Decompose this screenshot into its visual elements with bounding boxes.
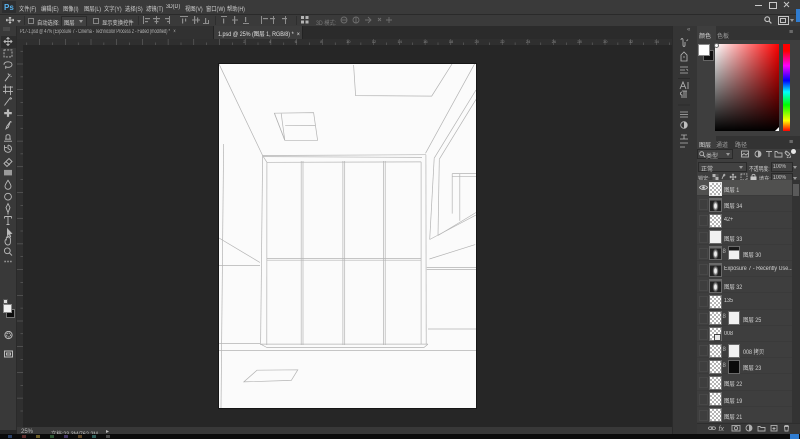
svg-text:18: 18	[449, 39, 454, 44]
svg-text:fx: fx	[719, 426, 725, 432]
svg-text:20: 20	[475, 39, 480, 44]
svg-text:2: 2	[243, 39, 246, 44]
svg-text:28: 28	[577, 39, 582, 44]
svg-text:24: 24	[526, 39, 531, 44]
svg-text:22: 22	[500, 39, 505, 44]
svg-text:34: 34	[654, 39, 659, 44]
svg-text:26: 26	[552, 39, 557, 44]
svg-text:10: 10	[346, 39, 351, 44]
svg-text:16: 16	[423, 39, 428, 44]
svg-text:8: 8	[320, 39, 323, 44]
svg-text:32: 32	[629, 39, 634, 44]
svg-text:6: 6	[295, 39, 298, 44]
svg-text:12: 12	[372, 39, 377, 44]
svg-text:4: 4	[269, 39, 272, 44]
svg-text:30: 30	[603, 39, 608, 44]
svg-text:14: 14	[397, 39, 402, 44]
